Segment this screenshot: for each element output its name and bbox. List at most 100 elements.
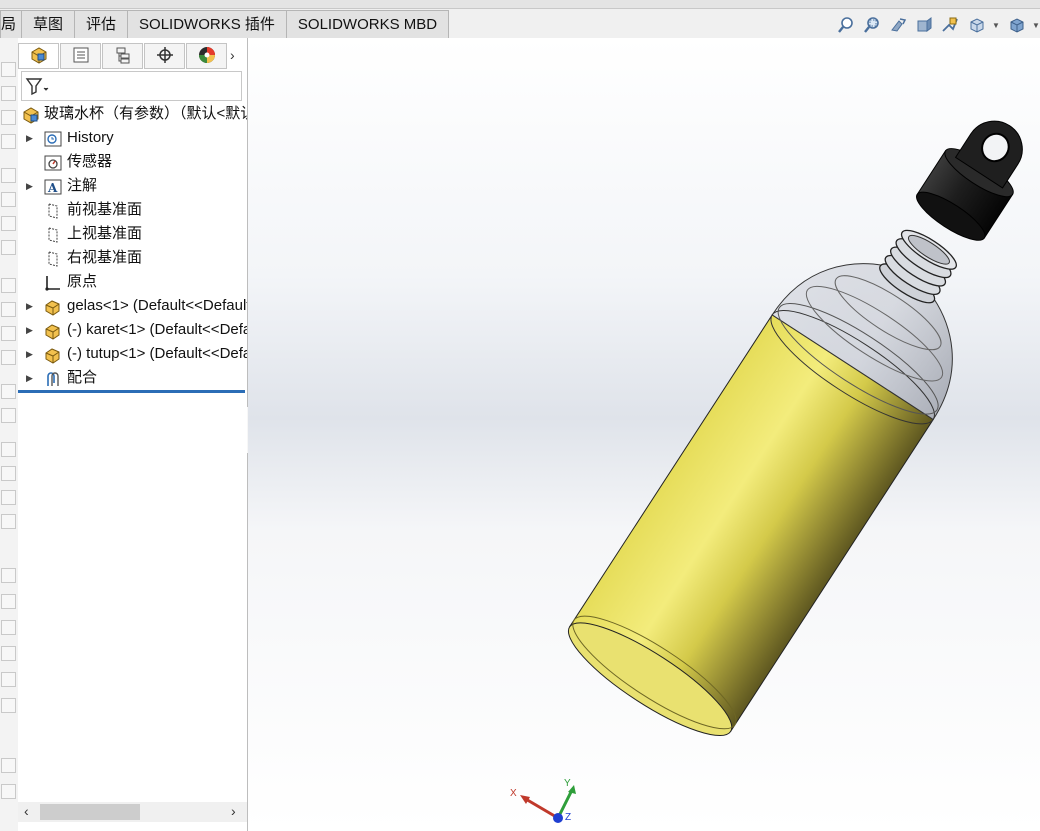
toolbar-icon[interactable] [1,216,16,231]
tree-item-tutup[interactable]: ▶ (-) tutup<1> (Default<<Default [18,342,247,366]
feature-tree: 玻璃水杯（有参数）（默认<默认 ▶ History 传感器 ▶ A 注解 前视基… [18,102,247,390]
tree-item-label: 传感器 [67,153,113,170]
toolbar-icon[interactable] [1,168,16,183]
tree-item-top-plane[interactable]: 上视基准面 [18,222,247,246]
scroll-right-arrow[interactable]: › [231,803,236,819]
graphics-area[interactable]: X Y Z [248,38,1040,831]
toolbar-icon[interactable] [1,86,16,101]
part-icon [44,298,61,316]
tree-item-annotations[interactable]: ▶ A 注解 [18,174,247,198]
model-view[interactable] [248,38,1040,831]
toolbar-icon[interactable] [1,192,16,207]
tree-item-label: (-) karet<1> (Default<<Default [67,321,247,338]
tree-item-front-plane[interactable]: 前视基准面 [18,198,247,222]
tree-item-karet[interactable]: ▶ (-) karet<1> (Default<<Default [18,318,247,342]
featuremanager-tab[interactable] [18,43,59,69]
expand-arrow-icon[interactable]: ▶ [26,366,33,390]
toolbar-icon[interactable] [1,62,16,77]
toolbar-strip [0,0,1040,9]
tree-item-label: 配合 [67,369,98,386]
featuremanager-panel: › 玻璃水杯（有参数）（默认<默认 ▶ History 传感器 ▶ A 注解 前… [18,38,248,831]
horizontal-scrollbar[interactable]: ‹ › [18,802,247,822]
tree-root-assembly[interactable]: 玻璃水杯（有参数）（默认<默认 [18,102,247,126]
toolbar-icon[interactable] [1,568,16,583]
plane-icon [44,202,61,219]
displaymanager-tab[interactable] [186,43,227,69]
dynamic-annotation-views-icon[interactable] [940,15,960,35]
tree-item-origin[interactable]: 原点 [18,270,247,294]
expand-arrow-icon[interactable]: ▶ [26,342,33,366]
toolbar-icon[interactable] [1,134,16,149]
tree-filter[interactable] [21,71,242,101]
tab-sketch[interactable]: 草图 [21,10,76,38]
tree-item-history[interactable]: ▶ History [18,126,247,150]
tree-item-label: 注解 [67,177,98,194]
command-manager: 局 草图 评估 SOLIDWORKS 插件 SOLIDWORKS MBD ▼ ▼ [0,0,1040,38]
heads-up-view-toolbar: ▼ ▼ [836,12,1040,38]
left-toolbar-strip [0,38,19,831]
view-orientation-icon[interactable] [966,15,986,35]
part-icon [44,322,61,340]
toolbar-icon[interactable] [1,490,16,505]
tab-solidworks-mbd[interactable]: SOLIDWORKS MBD [285,10,450,38]
history-icon [44,130,62,147]
triad-x-label: X [510,788,517,799]
toolbar-icon[interactable] [1,466,16,481]
tree-item-label: gelas<1> (Default<<Default [67,297,247,314]
tree-item-label: 前视基准面 [67,201,143,218]
toolbar-icon[interactable] [1,442,16,457]
orientation-triad: X Y Z [510,778,576,823]
toolbar-icon[interactable] [1,384,16,399]
toolbar-icon[interactable] [1,672,16,687]
tree-item-sensors[interactable]: 传感器 [18,150,247,174]
toolbar-icon[interactable] [1,408,16,423]
chevron-down-icon[interactable]: ▼ [1032,15,1040,35]
svg-text:A: A [47,181,58,195]
tree-item-label: (-) tutup<1> (Default<<Default [67,345,247,362]
toolbar-icon[interactable] [1,350,16,365]
propertymanager-tab[interactable] [60,43,101,69]
scroll-thumb[interactable] [40,804,140,820]
expand-arrow-icon[interactable]: ▶ [26,174,33,198]
scroll-left-arrow[interactable]: ‹ [24,803,29,819]
part-icon [44,346,61,364]
tree-item-gelas[interactable]: ▶ gelas<1> (Default<<Default [18,294,247,318]
toolbar-icon[interactable] [1,646,16,661]
tree-item-mates[interactable]: ▶ 配合 [18,366,247,390]
triad-z-label: Z [565,812,571,823]
expand-arrow-icon[interactable]: ▶ [26,126,33,150]
tree-item-right-plane[interactable]: 右视基准面 [18,246,247,270]
section-view-icon[interactable] [914,15,934,35]
chevron-down-icon[interactable]: ▼ [992,15,1000,35]
tab-evaluate[interactable]: 评估 [74,10,129,38]
toolbar-icon[interactable] [1,620,16,635]
plane-icon [44,226,61,243]
toolbar-icon[interactable] [1,758,16,773]
toolbar-icon[interactable] [1,240,16,255]
previous-view-icon[interactable] [888,15,908,35]
toolbar-icon[interactable] [1,514,16,529]
annotation-icon: A [44,178,62,195]
toolbar-icon[interactable] [1,302,16,317]
tree-item-label: 上视基准面 [67,225,143,242]
tab-layout[interactable]: 局 [0,10,22,38]
toolbar-icon[interactable] [1,326,16,341]
toolbar-icon[interactable] [1,278,16,293]
display-style-icon[interactable] [1006,15,1026,35]
zoom-to-fit-icon[interactable] [836,15,856,35]
toolbar-icon[interactable] [1,698,16,713]
tree-item-label: 玻璃水杯（有参数）（默认<默认 [44,105,247,122]
rollback-bar[interactable] [18,390,245,393]
configurationmanager-tab[interactable] [102,43,143,69]
zoom-to-area-icon[interactable] [862,15,882,35]
toolbar-icon[interactable] [1,110,16,125]
tabs-scroll-right-arrow[interactable]: › [230,47,235,63]
dimxpert-tab[interactable] [144,43,185,69]
plane-icon [44,250,61,267]
expand-arrow-icon[interactable]: ▶ [26,294,33,318]
toolbar-icon[interactable] [1,784,16,799]
toolbar-icon[interactable] [1,594,16,609]
filter-icon[interactable] [25,76,49,99]
expand-arrow-icon[interactable]: ▶ [26,318,33,342]
tab-solidworks-addins[interactable]: SOLIDWORKS 插件 [127,10,287,38]
